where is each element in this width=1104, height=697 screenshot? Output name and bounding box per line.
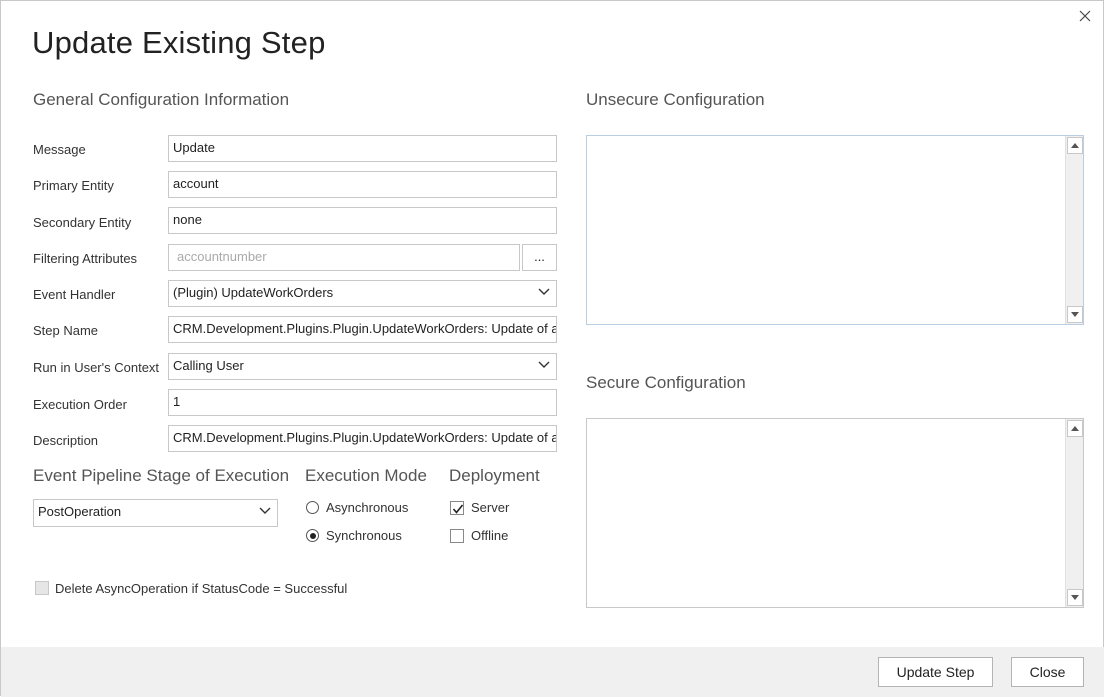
pipeline-stage-heading: Event Pipeline Stage of Execution — [33, 466, 290, 485]
unsecure-scrollbar[interactable] — [1065, 136, 1083, 324]
close-icon[interactable] — [1075, 6, 1095, 26]
secure-config-heading: Secure Configuration — [586, 373, 746, 392]
delete-async-checkbox[interactable] — [35, 581, 49, 595]
server-checkbox[interactable] — [450, 501, 464, 515]
description-label: Description — [33, 433, 99, 448]
secure-config-textarea[interactable] — [586, 418, 1084, 608]
filtering-attributes-field[interactable]: accountnumber — [168, 244, 520, 271]
chevron-down-icon — [538, 361, 550, 368]
event-handler-value: (Plugin) UpdateWorkOrders — [173, 285, 334, 300]
update-step-dialog: Update Existing Step General Configurati… — [0, 0, 1104, 697]
pipeline-stage-select[interactable]: PostOperation — [33, 499, 278, 527]
delete-async-label: Delete AsyncOperation if StatusCode = Su… — [55, 581, 348, 596]
close-button[interactable]: Close — [1011, 657, 1084, 687]
description-field[interactable]: CRM.Development.Plugins.Plugin.UpdateWor… — [168, 425, 557, 452]
general-config-heading: General Configuration Information — [33, 90, 290, 109]
event-handler-select[interactable]: (Plugin) UpdateWorkOrders — [168, 280, 557, 307]
execution-mode-heading: Execution Mode — [305, 466, 427, 485]
run-context-value: Calling User — [173, 358, 244, 373]
scroll-up-icon[interactable] — [1067, 137, 1083, 154]
synchronous-label: Synchronous — [326, 528, 402, 543]
chevron-down-icon — [538, 288, 550, 295]
message-field[interactable]: Update — [168, 135, 557, 162]
secondary-entity-label: Secondary Entity — [33, 215, 132, 230]
asynchronous-radio[interactable] — [306, 501, 319, 514]
secure-scrollbar[interactable] — [1065, 419, 1083, 607]
step-name-field[interactable]: CRM.Development.Plugins.Plugin.UpdateWor… — [168, 316, 557, 343]
execution-order-label: Execution Order — [33, 397, 127, 412]
chevron-down-icon — [259, 507, 271, 514]
pipeline-stage-value: PostOperation — [38, 504, 122, 519]
scroll-up-icon[interactable] — [1067, 420, 1083, 437]
offline-label: Offline — [471, 528, 509, 543]
run-context-label: Run in User's Context — [33, 360, 160, 375]
server-label: Server — [471, 500, 510, 515]
scroll-down-icon[interactable] — [1067, 589, 1083, 606]
primary-entity-field[interactable]: account — [168, 171, 557, 198]
message-label: Message — [33, 142, 86, 157]
deployment-heading: Deployment — [449, 466, 540, 485]
checkmark-icon — [452, 504, 464, 514]
event-handler-label: Event Handler — [33, 287, 116, 302]
unsecure-config-textarea[interactable] — [586, 135, 1084, 325]
secondary-entity-field[interactable]: none — [168, 207, 557, 234]
filtering-attributes-label: Filtering Attributes — [33, 251, 138, 266]
execution-order-field[interactable]: 1 — [168, 389, 557, 416]
step-name-label: Step Name — [33, 323, 99, 338]
filtering-attributes-browse-button[interactable]: ... — [522, 244, 557, 271]
synchronous-radio[interactable] — [306, 529, 319, 542]
asynchronous-label: Asynchronous — [326, 500, 409, 515]
update-step-button[interactable]: Update Step — [878, 657, 993, 687]
run-context-select[interactable]: Calling User — [168, 353, 557, 380]
scroll-down-icon[interactable] — [1067, 306, 1083, 323]
primary-entity-label: Primary Entity — [33, 178, 114, 193]
unsecure-config-heading: Unsecure Configuration — [586, 90, 765, 109]
dialog-title: Update Existing Step — [32, 25, 326, 60]
offline-checkbox[interactable] — [450, 529, 464, 543]
